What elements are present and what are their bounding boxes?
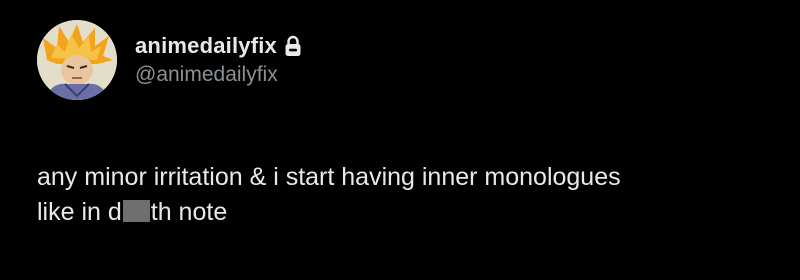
tweet: animedailyfix @animedailyfix any minor i… <box>0 0 800 280</box>
avatar[interactable] <box>37 20 117 100</box>
tweet-text-before-censor: like in d <box>37 198 122 226</box>
tweet-text-line-2: like in d th note <box>37 195 787 230</box>
display-name[interactable]: animedailyfix <box>135 33 277 59</box>
handle[interactable]: @animedailyfix <box>135 63 278 87</box>
lock-icon <box>284 35 302 57</box>
name-row: animedailyfix <box>135 33 302 59</box>
anime-character-avatar-icon <box>37 20 117 100</box>
tweet-text-after-censor: th note <box>150 198 228 226</box>
censor-box <box>122 200 150 222</box>
tweet-text-line-1: any minor irritation & i start having in… <box>37 163 621 191</box>
tweet-text: any minor irritation & i start having in… <box>37 160 787 230</box>
